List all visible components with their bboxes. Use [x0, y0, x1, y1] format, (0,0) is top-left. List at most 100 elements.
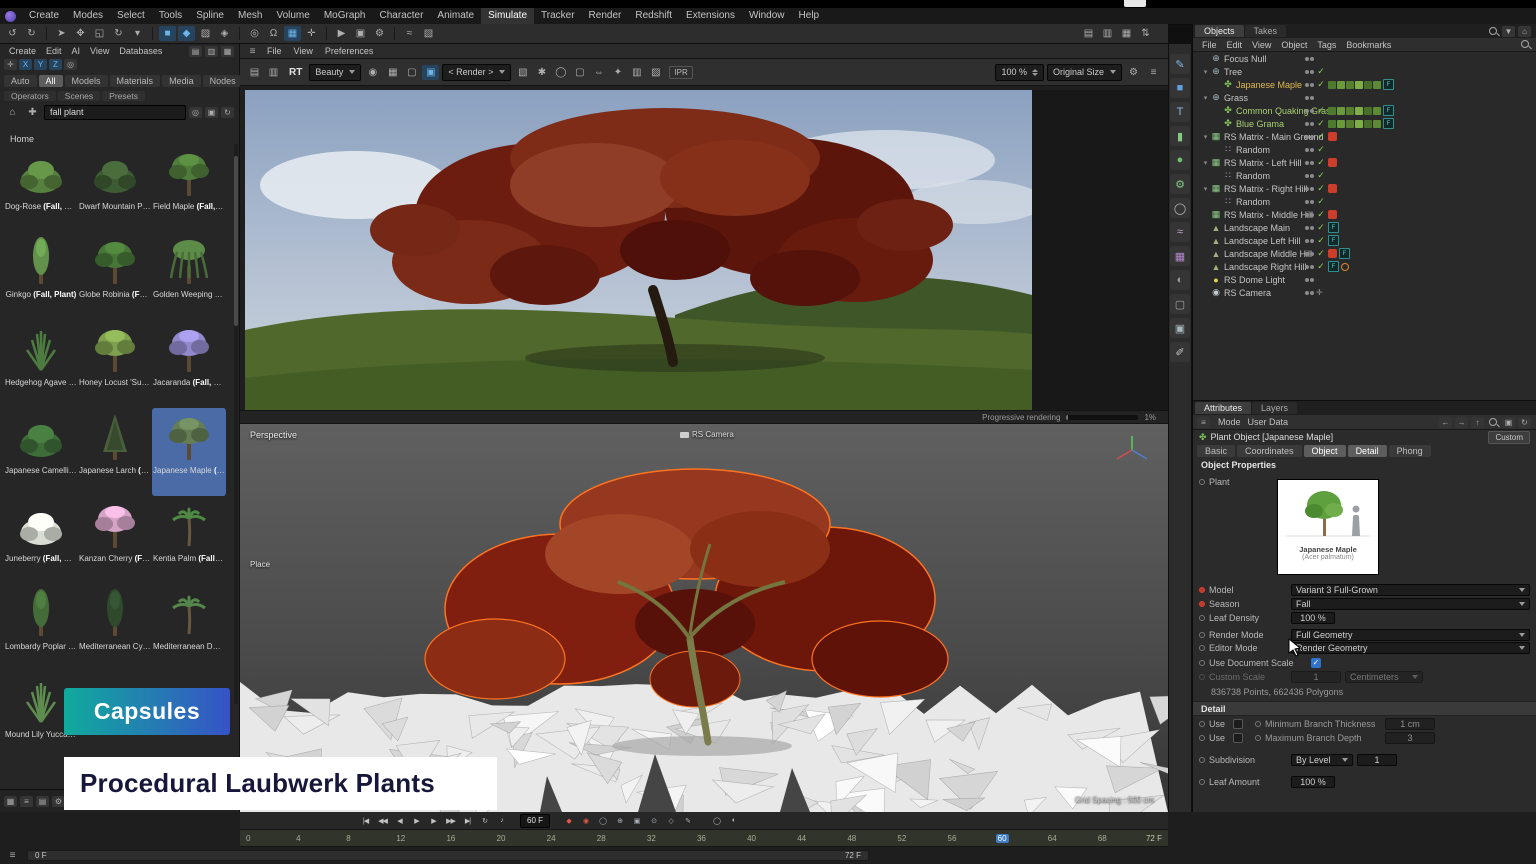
- attribute-manager-menu-icon[interactable]: ≡: [1197, 417, 1210, 428]
- camera-label[interactable]: RS Camera: [680, 430, 734, 439]
- frame-tick[interactable]: 60: [996, 834, 1046, 843]
- expand-toggle-icon[interactable]: ▾: [1201, 185, 1210, 193]
- asset-item[interactable]: Japanese Maple (Fall, Plant): [152, 408, 226, 496]
- search-icon[interactable]: [1487, 25, 1500, 38]
- object-row[interactable]: ●RS Dome Light: [1193, 273, 1536, 286]
- object-row[interactable]: ▲Landscape Middle Hill✓F: [1193, 247, 1536, 260]
- frame-tick[interactable]: 4: [294, 834, 344, 843]
- asset-item[interactable]: Hedgehog Agave (Fall, Plant): [4, 320, 78, 408]
- histogram-icon[interactable]: ▨: [647, 65, 664, 80]
- range-end-label[interactable]: 72 F: [845, 851, 861, 860]
- workplane-mode-icon[interactable]: ◈: [216, 26, 233, 41]
- asset-subtab-presets[interactable]: Presets: [102, 91, 145, 101]
- record-rotation-toggle[interactable]: ⊙: [646, 814, 661, 827]
- anim-dot-icon[interactable]: [1199, 615, 1205, 621]
- render-settings-button[interactable]: ⚙: [371, 26, 388, 41]
- pen-tool-icon[interactable]: ✎: [1170, 54, 1190, 74]
- visibility-toggles[interactable]: [1305, 83, 1314, 87]
- tag-icon[interactable]: ▢: [1170, 294, 1190, 314]
- asset-subtab-scenes[interactable]: Scenes: [58, 91, 100, 101]
- frame-tick[interactable]: 20: [495, 834, 545, 843]
- search-input[interactable]: fall plant: [44, 105, 186, 120]
- visibility-toggles[interactable]: [1305, 57, 1314, 61]
- assets-menu-edit[interactable]: Edit: [41, 45, 67, 58]
- frame-tick[interactable]: 0: [244, 834, 294, 843]
- forward-icon[interactable]: →: [1455, 417, 1468, 428]
- sync-icon[interactable]: ⇅: [1137, 26, 1154, 41]
- object-row[interactable]: ∷Random✓: [1193, 169, 1536, 182]
- render-select[interactable]: < Render >: [442, 64, 511, 81]
- timeline-menu-icon[interactable]: ≡: [4, 848, 21, 863]
- asset-tab-nodes[interactable]: Nodes: [203, 75, 243, 87]
- object-row[interactable]: ▾▦RS Matrix - Left Hill✓: [1193, 156, 1536, 169]
- play-button[interactable]: ▶: [409, 814, 424, 827]
- back-icon[interactable]: ←: [1439, 417, 1452, 428]
- size-select[interactable]: Original Size: [1047, 64, 1122, 81]
- enable-check-icon[interactable]: ✓: [1316, 118, 1326, 129]
- anim-dot-icon[interactable]: [1199, 735, 1205, 741]
- custom-preset-button[interactable]: Custom: [1488, 431, 1530, 444]
- keyframe-dot-icon[interactable]: [1199, 587, 1205, 593]
- object-row[interactable]: ▲Landscape Right Hill✓F: [1193, 260, 1536, 273]
- asset-item[interactable]: Honey Locust 'Sunburst' (Fall, Plant): [78, 320, 152, 408]
- frame-tick[interactable]: 68: [1096, 834, 1146, 843]
- expand-toggle-icon[interactable]: ▾: [1201, 68, 1210, 76]
- frame-tick[interactable]: 28: [595, 834, 645, 843]
- record-parameter-toggle[interactable]: ◇: [663, 814, 678, 827]
- anim-dot-icon[interactable]: [1199, 632, 1205, 638]
- object-row[interactable]: ▾▦RS Matrix - Right Hill✓: [1193, 182, 1536, 195]
- visibility-toggles[interactable]: [1305, 148, 1314, 152]
- goto-start-button[interactable]: |◀: [358, 814, 373, 827]
- search-icon[interactable]: [1519, 38, 1532, 51]
- move-axes-icon[interactable]: ✛: [4, 59, 17, 70]
- lock-render-icon[interactable]: ▣: [422, 65, 439, 80]
- use-min-branch-checkbox[interactable]: [1233, 719, 1243, 729]
- visibility-toggles[interactable]: [1305, 291, 1314, 295]
- objects-menu-object[interactable]: Object: [1276, 39, 1312, 51]
- asset-item[interactable]: Mediterranean Dwarf Palm (Fall, Plant): [152, 584, 226, 672]
- object-row[interactable]: ▦RS Matrix - Middle Hill✓: [1193, 208, 1536, 221]
- menu-mograph[interactable]: MoGraph: [317, 8, 373, 24]
- scale-tool-icon[interactable]: ◱: [91, 26, 108, 41]
- season-select[interactable]: Fall: [1291, 598, 1530, 610]
- volume-builder-icon[interactable]: ●: [1170, 150, 1190, 170]
- assets-menu-view[interactable]: View: [85, 45, 114, 58]
- object-row[interactable]: ∷Random✓: [1193, 195, 1536, 208]
- tab-layers[interactable]: Layers: [1252, 402, 1297, 414]
- asset-item[interactable]: Globe Robinia (Fall, Plant): [78, 232, 152, 320]
- user-data-menu[interactable]: User Data: [1248, 417, 1289, 427]
- render-picture-viewer-button[interactable]: ▣: [352, 26, 369, 41]
- frame-tag[interactable]: F: [1383, 118, 1394, 129]
- tab-attributes[interactable]: Attributes: [1195, 402, 1251, 414]
- record-scale-toggle[interactable]: ▣: [629, 814, 644, 827]
- frame-tick[interactable]: 48: [845, 834, 895, 843]
- objects-menu-tags[interactable]: Tags: [1312, 39, 1341, 51]
- last-tool-icon[interactable]: ▾: [129, 26, 146, 41]
- render-view-settings-icon[interactable]: ⚙: [1125, 65, 1142, 80]
- menu-simulate[interactable]: Simulate: [481, 8, 534, 24]
- asset-item[interactable]: Kentia Palm (Fall, Plant): [152, 496, 226, 584]
- expand-toggle-icon[interactable]: ▾: [1201, 133, 1210, 141]
- tab-phong[interactable]: Phong: [1389, 445, 1431, 457]
- object-row[interactable]: ✤Blue Grama✓F: [1193, 117, 1536, 130]
- refresh-icon[interactable]: ↻: [221, 107, 234, 118]
- object-row[interactable]: ◉RS Camera✛: [1193, 286, 1536, 299]
- enable-check-icon[interactable]: ✓: [1316, 170, 1326, 181]
- spline-icon[interactable]: ≈: [1170, 222, 1190, 242]
- goto-end-button[interactable]: ▶|: [460, 814, 475, 827]
- anim-dot-icon[interactable]: [1199, 721, 1205, 727]
- grid-view-icon[interactable]: ▦: [4, 796, 17, 807]
- next-key-button[interactable]: ▶▶: [443, 814, 458, 827]
- detail-header[interactable]: Detail: [1193, 701, 1536, 716]
- save-image-icon[interactable]: ▤: [246, 65, 263, 80]
- asset-item[interactable]: Lombardy Poplar (Fall, Plant): [4, 584, 78, 672]
- asset-item[interactable]: Japanese Camellia (Fall, Plant): [4, 408, 78, 496]
- coordinate-system-icon[interactable]: ◎: [246, 26, 263, 41]
- menu-help[interactable]: Help: [792, 8, 827, 24]
- assets-menu-ai[interactable]: AI: [67, 45, 86, 58]
- checker-icon[interactable]: ▧: [514, 65, 531, 80]
- current-frame-field[interactable]: 60 F: [520, 814, 550, 828]
- visibility-toggles[interactable]: [1305, 135, 1314, 139]
- mode-menu[interactable]: Mode: [1218, 417, 1241, 427]
- sound-button[interactable]: ♪: [494, 814, 509, 827]
